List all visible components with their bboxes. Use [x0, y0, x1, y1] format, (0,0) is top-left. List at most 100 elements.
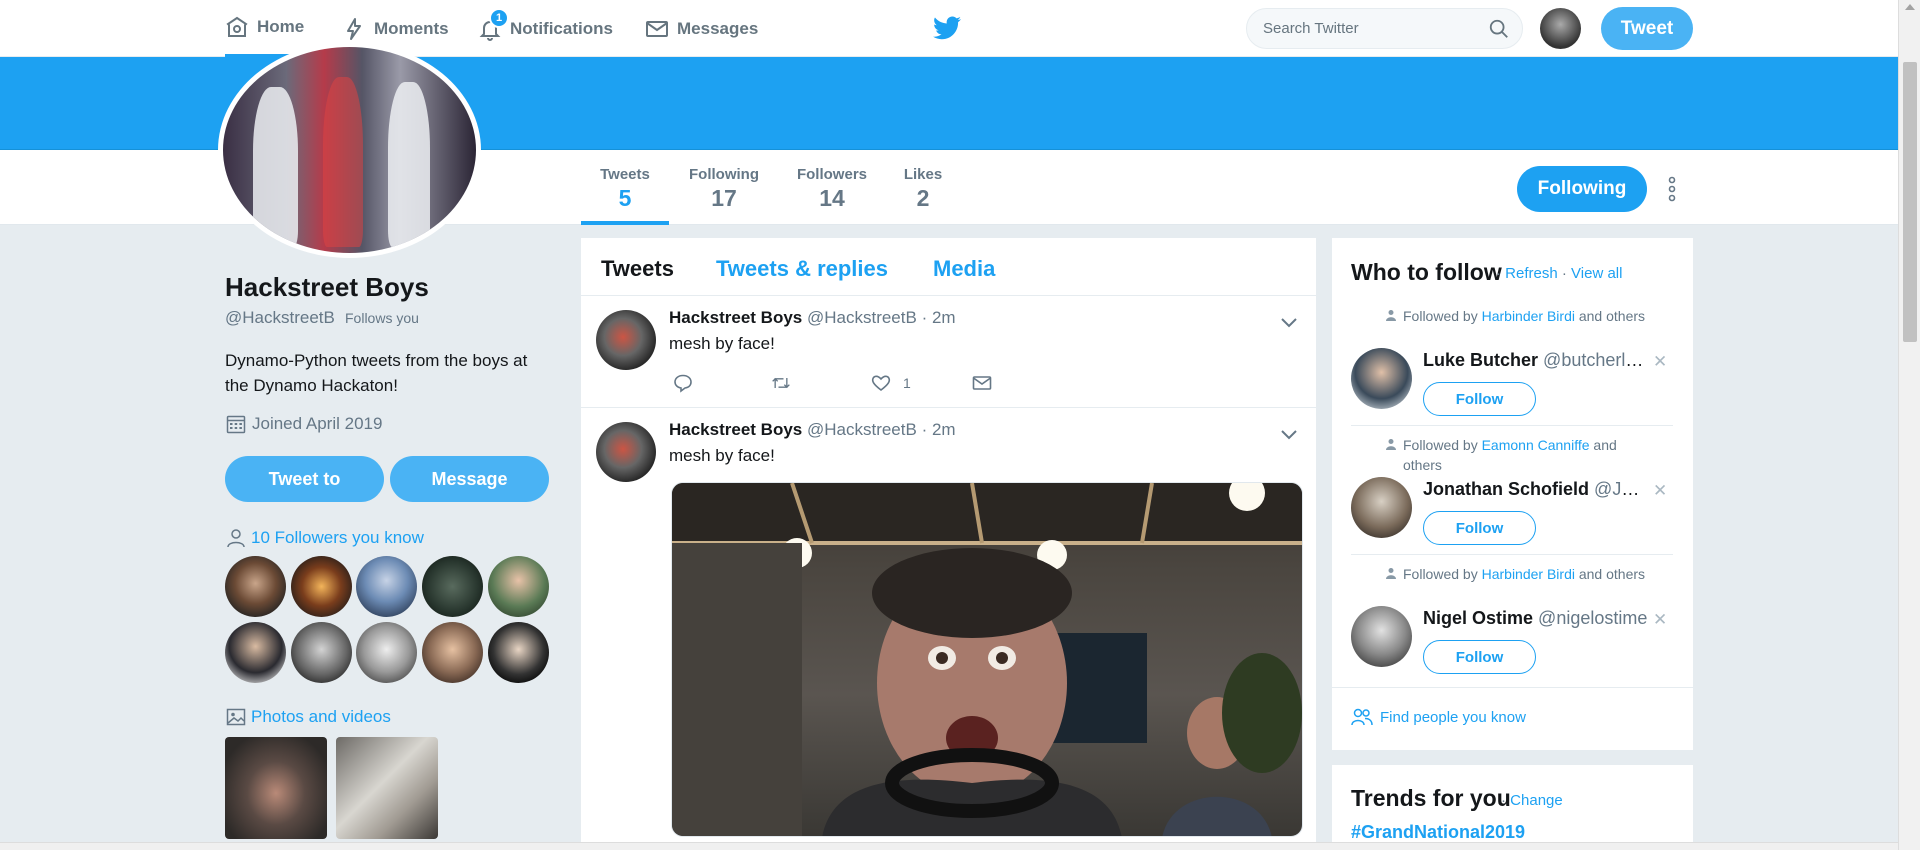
follower-avatar[interactable] [225, 556, 286, 617]
followers-you-know-link[interactable]: 10 Followers you know [226, 528, 424, 548]
trends-title: Trends for you [1351, 785, 1511, 811]
follower-avatar[interactable] [356, 622, 417, 683]
stat-likes[interactable]: Likes 2 [899, 150, 947, 225]
timeline: Tweets Tweets & replies Media Hackstreet… [581, 238, 1316, 850]
profile-handle[interactable]: @HackstreetB [225, 308, 335, 328]
media-thumbnail[interactable] [336, 737, 438, 839]
suggestion-avatar[interactable] [1351, 606, 1412, 667]
scroll-up-arrow[interactable] [1905, 4, 1915, 10]
follower-avatar[interactable] [291, 622, 352, 683]
suggestion-handle: @Jon... [1594, 479, 1648, 499]
dm-action[interactable] [972, 373, 992, 393]
suggestion-name[interactable]: Nigel Ostime @nigelostime [1423, 608, 1648, 629]
like-count: 1 [903, 375, 911, 391]
following-button[interactable]: Following [1517, 166, 1647, 212]
trends-change-link[interactable]: Change [1510, 792, 1563, 809]
stat-tweets-value: 5 [618, 185, 632, 211]
retweet-action[interactable] [771, 373, 791, 393]
tweet-author-name[interactable]: Hackstreet Boys [669, 420, 802, 439]
follow-button[interactable]: Follow [1423, 640, 1536, 674]
stat-tweets[interactable]: Tweets 5 [581, 150, 669, 225]
tweet-media-photo[interactable] [671, 482, 1303, 837]
tweet-avatar[interactable] [596, 310, 656, 370]
tweet-author-handle[interactable]: @HackstreetB [807, 308, 917, 327]
message-button[interactable]: Message [390, 456, 549, 502]
suggestion-handle: @butcherluke [1543, 350, 1648, 370]
divider [1332, 687, 1693, 688]
photos-videos-link[interactable]: Photos and videos [226, 707, 391, 727]
tweet-time[interactable]: · 2m [922, 308, 956, 327]
suggestion-item: Followed by Eamonn Canniffe and others J… [1351, 435, 1673, 555]
follow-button[interactable]: Follow [1423, 511, 1536, 545]
followed-by-suffix[interactable]: and others [1579, 308, 1645, 324]
followed-by-name[interactable]: Harbinder Birdi [1482, 566, 1575, 582]
compose-tweet-button[interactable]: Tweet [1601, 7, 1693, 50]
followed-by-prefix: Followed by [1403, 437, 1478, 453]
stat-followers-value: 14 [819, 185, 845, 211]
twitter-bird-icon[interactable] [933, 16, 961, 40]
media-thumbnail[interactable] [225, 737, 327, 839]
nav-notifications[interactable]: 1 Notifications [478, 0, 613, 57]
account-avatar[interactable] [1540, 8, 1581, 49]
follower-avatar[interactable] [422, 556, 483, 617]
tab-media[interactable]: Media [933, 256, 995, 282]
follower-avatar[interactable] [225, 622, 286, 683]
stat-following[interactable]: Following 17 [686, 150, 762, 225]
view-all-link[interactable]: View all [1571, 265, 1622, 282]
followed-by-name[interactable]: Harbinder Birdi [1482, 308, 1575, 324]
suggestion-handle: @nigelostime [1538, 608, 1648, 628]
find-people-label: Find people you know [1380, 708, 1526, 726]
person-icon [1386, 439, 1396, 450]
nav-home[interactable]: Home [225, 0, 305, 57]
suggestion-name[interactable]: Luke Butcher @butcherluke [1423, 350, 1648, 371]
trend-item[interactable]: #GrandNational2019 [1351, 822, 1525, 843]
tweet[interactable]: Hackstreet Boys @HackstreetB · 2m mesh b… [581, 296, 1316, 408]
tweet[interactable]: Hackstreet Boys @HackstreetB · 2m mesh b… [581, 408, 1316, 850]
tweet-header: Hackstreet Boys @HackstreetB · 2m [669, 420, 956, 440]
follow-button[interactable]: Follow [1423, 382, 1536, 416]
stat-followers[interactable]: Followers 14 [795, 150, 869, 225]
search-input[interactable]: Search Twitter [1246, 8, 1523, 49]
follower-avatar[interactable] [356, 556, 417, 617]
suggestion-avatar[interactable] [1351, 477, 1412, 538]
follower-avatar[interactable] [488, 622, 549, 683]
follower-avatar[interactable] [291, 556, 352, 617]
followed-by-suffix[interactable]: and others [1579, 566, 1645, 582]
refresh-link[interactable]: Refresh [1505, 265, 1558, 282]
find-people-link[interactable]: Find people you know [1351, 708, 1526, 726]
close-icon[interactable]: ✕ [1653, 481, 1667, 501]
close-icon[interactable]: ✕ [1653, 352, 1667, 372]
reply-action[interactable] [673, 373, 693, 393]
stat-likes-value: 2 [916, 185, 930, 211]
profile-bio: Dynamo-Python tweets from the boys at th… [225, 351, 528, 395]
like-action[interactable]: 1 [871, 373, 911, 393]
tweet-avatar[interactable] [596, 422, 656, 482]
close-icon[interactable]: ✕ [1653, 610, 1667, 630]
photo-content [672, 483, 1302, 836]
nav-moments-label: Moments [374, 18, 449, 38]
scroll-thumb[interactable] [1903, 62, 1917, 342]
search-icon[interactable] [1488, 18, 1510, 40]
stat-followers-label: Followers [796, 166, 867, 183]
chevron-down-icon[interactable] [1281, 318, 1297, 328]
tweet-to-button[interactable]: Tweet to [225, 456, 384, 502]
followed-by-name[interactable]: Eamonn Canniffe [1482, 437, 1590, 453]
suggestion-avatar[interactable] [1351, 348, 1412, 409]
tweet-time[interactable]: · 2m [922, 420, 956, 439]
dm-icon [972, 376, 992, 390]
more-dots-icon[interactable] [1666, 176, 1678, 202]
tab-tweets[interactable]: Tweets [601, 256, 674, 282]
suggestion-context: Followed by Harbinder Birdi and others [1386, 564, 1653, 584]
follower-avatar[interactable] [422, 622, 483, 683]
profile-name[interactable]: Hackstreet Boys [225, 272, 429, 303]
profile-avatar[interactable] [218, 42, 481, 258]
tweet-author-handle[interactable]: @HackstreetB [807, 420, 917, 439]
tweet-author-name[interactable]: Hackstreet Boys [669, 308, 802, 327]
tab-tweets-replies[interactable]: Tweets & replies [716, 256, 888, 282]
suggestion-name[interactable]: Jonathan Schofield @Jon... [1423, 479, 1648, 500]
chevron-down-icon[interactable] [1281, 430, 1297, 440]
search-placeholder: Search Twitter [1263, 20, 1359, 37]
page-scrollbar[interactable] [1898, 0, 1920, 850]
follower-avatar[interactable] [488, 556, 549, 617]
nav-messages[interactable]: Messages [645, 0, 758, 57]
